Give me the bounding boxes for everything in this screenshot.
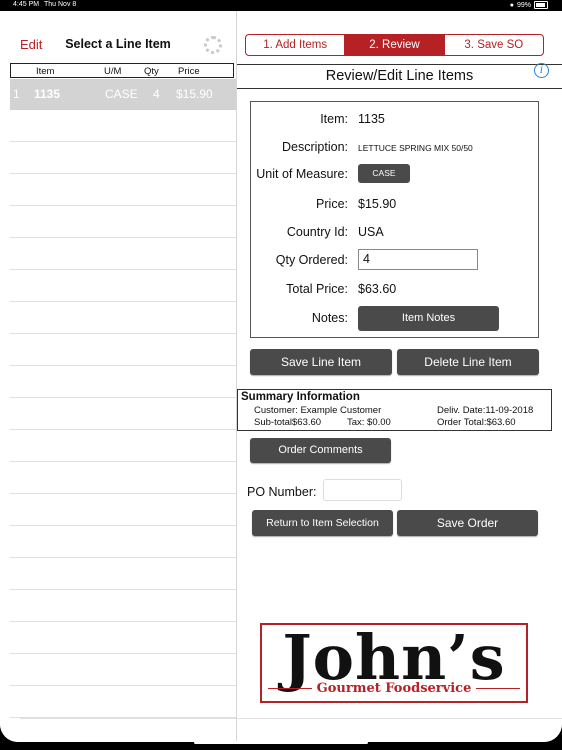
line-item-list-panel: Edit Select a Line Item Item U/M Qty Pri…	[0, 11, 237, 742]
left-nav-bar: Edit Select a Line Item	[0, 11, 236, 63]
po-number-label: PO Number:	[247, 485, 317, 499]
column-header-price: Price	[178, 66, 200, 77]
status-bar: 4:45 PM Thu Nov 8 ● 99%	[0, 0, 562, 11]
empty-row	[10, 110, 236, 142]
item-label: Item:	[320, 112, 348, 126]
total-price-value: $63.60	[358, 282, 397, 296]
summary-title: Summary Information	[241, 391, 360, 403]
status-time: 4:45 PM	[13, 1, 40, 8]
battery-icon	[534, 1, 548, 9]
divider	[20, 718, 236, 719]
save-order-button[interactable]: Save Order	[397, 510, 538, 536]
empty-row	[10, 686, 236, 718]
left-panel-title: Select a Line Item	[65, 37, 171, 51]
item-value: 1135	[358, 112, 385, 126]
empty-row	[10, 334, 236, 366]
po-number-input[interactable]	[323, 479, 402, 501]
row-index: 1	[13, 87, 20, 101]
line-item-table: 1 1135 CASE 4 $15.90	[10, 79, 236, 718]
uom-button[interactable]: CASE	[358, 164, 410, 183]
summary-tax: Tax: $0.00	[347, 417, 391, 428]
item-notes-button[interactable]: Item Notes	[358, 306, 499, 331]
summary-order-total: Order Total:$63.60	[437, 417, 516, 428]
return-to-item-selection-button[interactable]: Return to Item Selection	[252, 510, 393, 536]
description-value: LETTUCE SPRING MIX 50/50	[358, 143, 473, 153]
empty-row	[10, 622, 236, 654]
device-frame: 4:45 PM Thu Nov 8 ● 99% Edit Select a Li…	[0, 0, 562, 750]
empty-row	[10, 206, 236, 238]
uom-label: Unit of Measure:	[256, 167, 348, 181]
review-panel: 1. Add Items 2. Review 3. Save SO Review…	[237, 11, 562, 742]
delete-line-item-button[interactable]: Delete Line Item	[397, 349, 539, 375]
empty-row	[10, 494, 236, 526]
empty-row	[10, 558, 236, 590]
step-segmented-control: 1. Add Items 2. Review 3. Save SO	[245, 34, 544, 56]
logo-tagline: Gourmet Foodservice	[316, 681, 472, 696]
table-row[interactable]: 1 1135 CASE 4 $15.90	[10, 79, 236, 110]
table-header: Item U/M Qty Price	[10, 63, 234, 78]
step-save-so-tab[interactable]: 3. Save SO	[443, 35, 543, 55]
divider	[237, 718, 562, 719]
order-comments-button[interactable]: Order Comments	[250, 438, 391, 463]
loading-spinner-icon	[204, 36, 222, 54]
country-value: USA	[358, 225, 384, 239]
status-date: Thu Nov 8	[44, 1, 77, 8]
summary-box: Summary Information Customer: Example Cu…	[237, 389, 552, 431]
step-add-items-tab[interactable]: 1. Add Items	[246, 35, 344, 55]
summary-customer: Customer: Example Customer	[254, 405, 382, 416]
empty-row	[10, 302, 236, 334]
wifi-icon: ●	[509, 1, 514, 9]
price-label: Price:	[316, 197, 348, 211]
row-um: CASE	[105, 87, 138, 101]
country-label: Country Id:	[286, 225, 348, 239]
row-item: 1135	[34, 87, 61, 101]
battery-percent: 99%	[516, 1, 531, 9]
empty-row	[10, 526, 236, 558]
column-header-item: Item	[36, 66, 55, 77]
empty-row	[10, 142, 236, 174]
row-price: $15.90	[176, 87, 213, 101]
column-header-um: U/M	[104, 66, 122, 77]
screen: 4:45 PM Thu Nov 8 ● 99% Edit Select a Li…	[0, 0, 562, 742]
save-line-item-button[interactable]: Save Line Item	[250, 349, 392, 375]
company-logo: John’s Gourmet Foodservice	[260, 621, 528, 703]
line-item-detail-box: Item: 1135 Description: LETTUCE SPRING M…	[250, 101, 539, 338]
price-value: $15.90	[358, 197, 397, 211]
description-label: Description:	[282, 140, 348, 154]
step-review-tab[interactable]: 2. Review	[344, 35, 444, 55]
info-icon[interactable]: i	[534, 63, 549, 78]
summary-subtotal: Sub-total$63.60	[254, 417, 322, 428]
empty-row	[10, 430, 236, 462]
qty-ordered-input[interactable]: 4	[358, 249, 478, 270]
summary-delivery-date: Deliv. Date:11-09-2018	[437, 405, 534, 416]
column-header-qty: Qty	[144, 66, 159, 77]
status-right: ● 99%	[510, 1, 548, 9]
empty-row	[10, 174, 236, 206]
total-price-label: Total Price:	[286, 282, 348, 296]
home-indicator[interactable]	[194, 741, 368, 744]
qty-label: Qty Ordered:	[275, 253, 348, 267]
notes-label: Notes:	[311, 311, 348, 325]
empty-row	[10, 398, 236, 430]
empty-row	[10, 366, 236, 398]
empty-row	[10, 270, 236, 302]
empty-row	[10, 462, 236, 494]
empty-row	[10, 238, 236, 270]
empty-row	[10, 654, 236, 686]
row-qty: 4	[153, 87, 160, 101]
empty-row	[10, 590, 236, 622]
page-title: Review/Edit Line Items	[237, 64, 562, 89]
